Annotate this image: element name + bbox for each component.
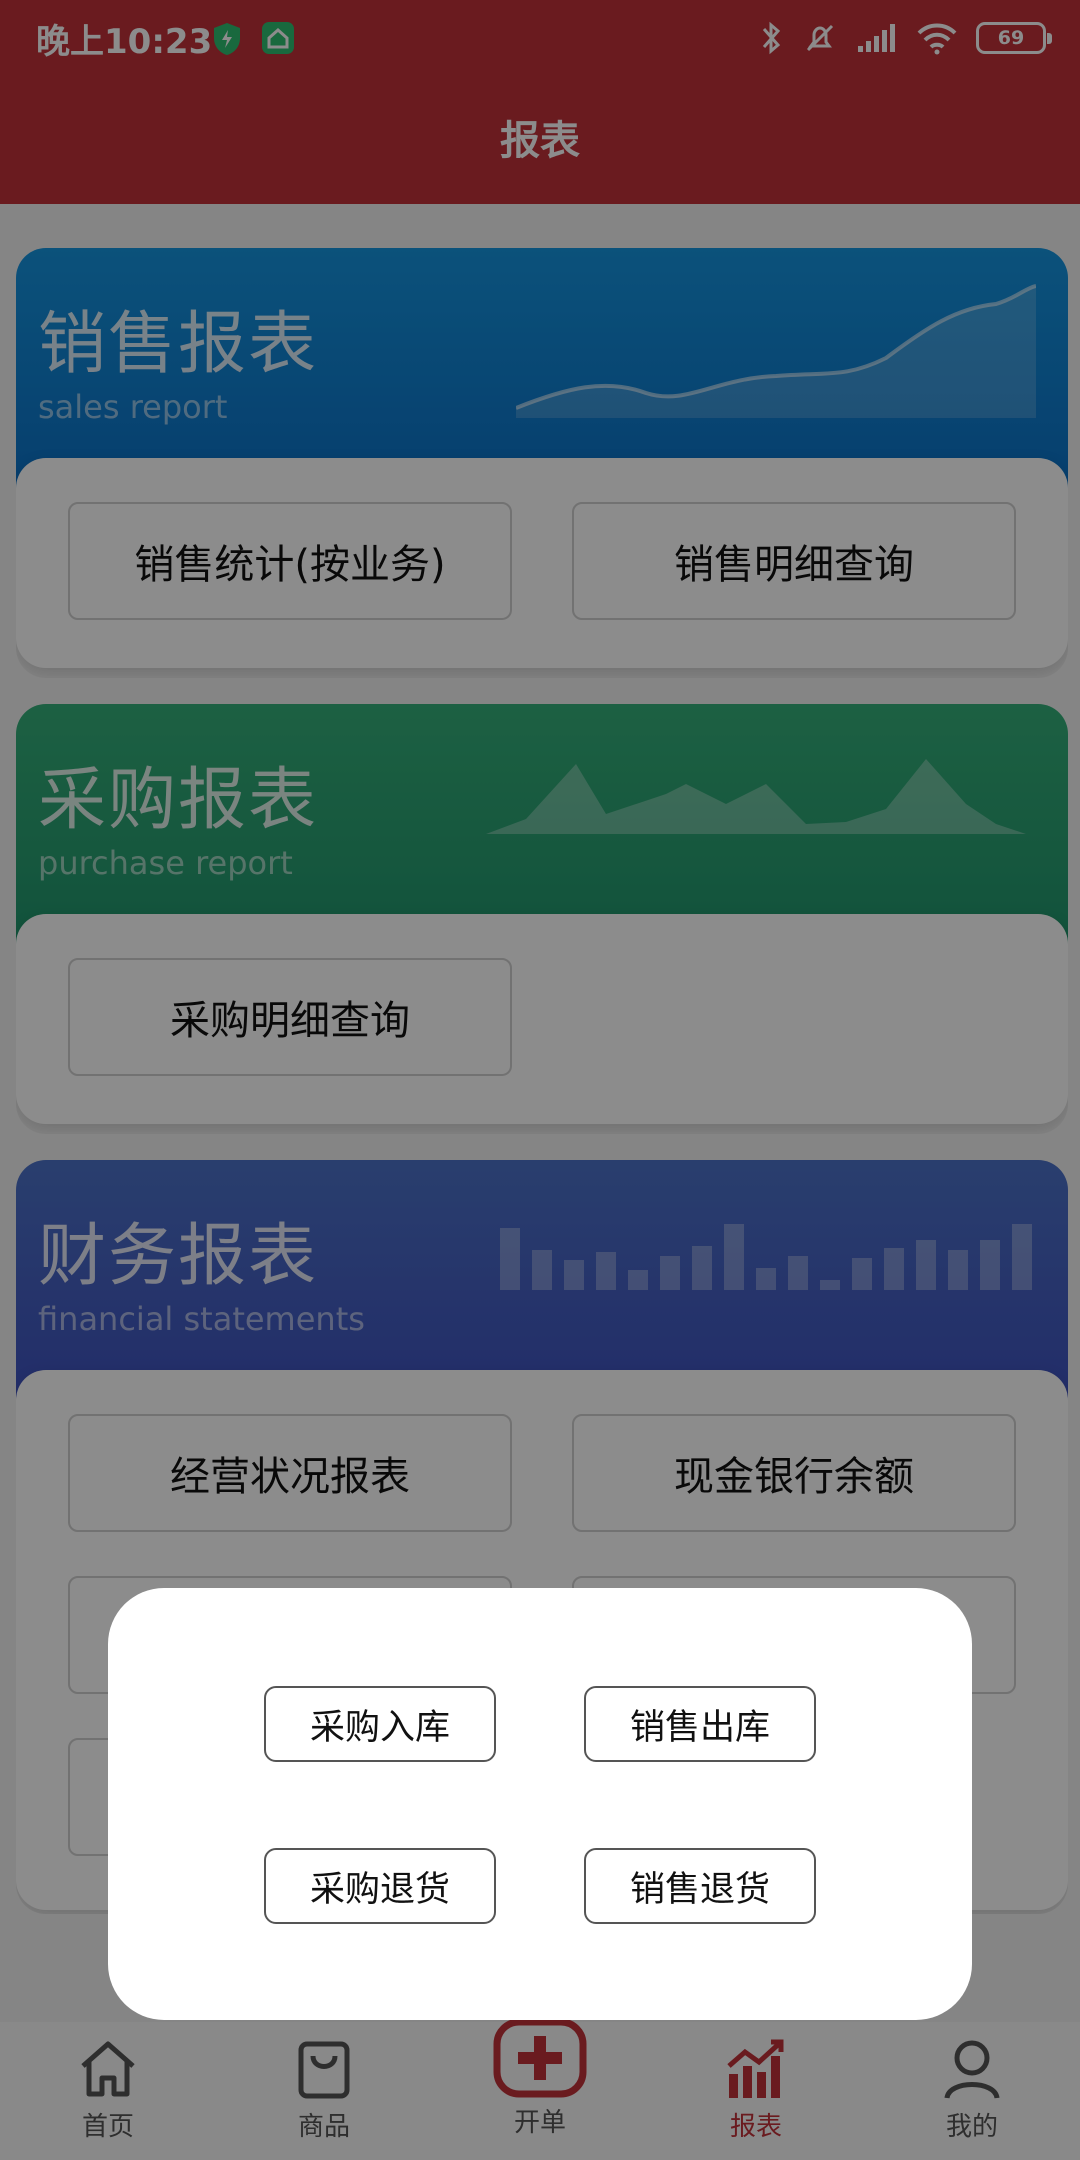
purchase-inbound-button[interactable]: 采购入库	[264, 1686, 496, 1762]
sales-outbound-button[interactable]: 销售出库	[584, 1686, 816, 1762]
create-order-dialog: 采购入库 销售出库 采购退货 销售退货	[108, 1588, 972, 2020]
purchase-return-button[interactable]: 采购退货	[264, 1848, 496, 1924]
sales-return-button[interactable]: 销售退货	[584, 1848, 816, 1924]
